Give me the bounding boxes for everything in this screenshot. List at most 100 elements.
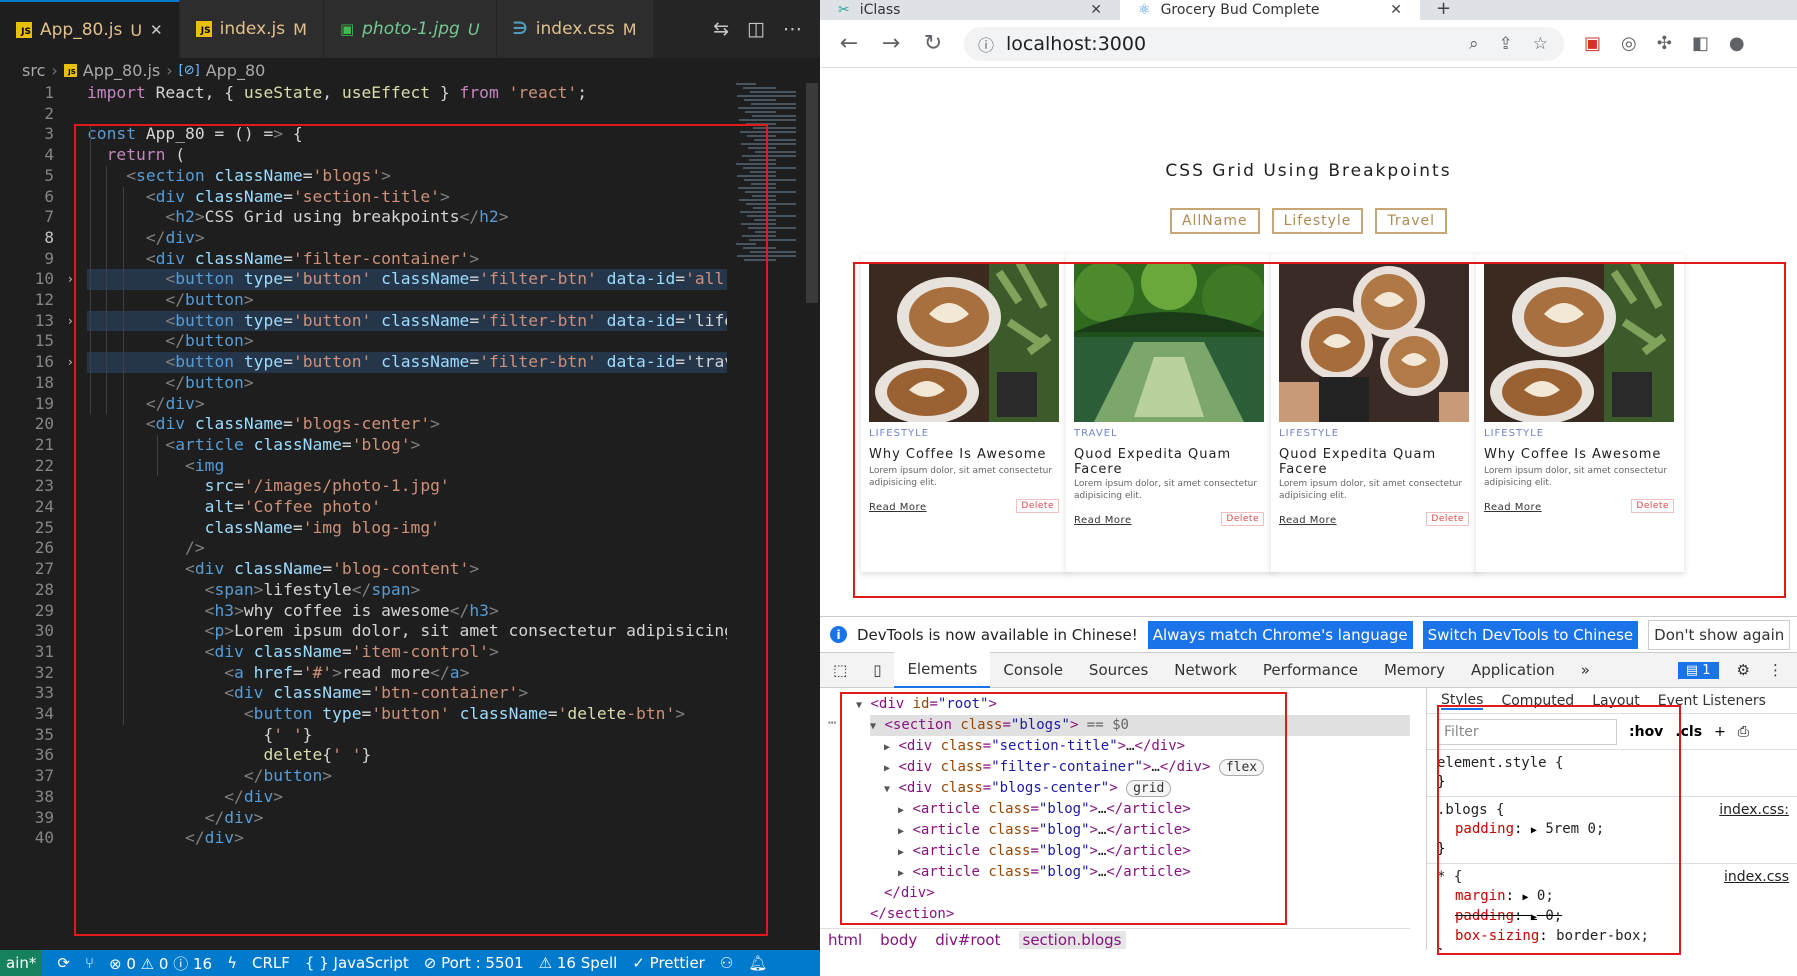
tab-memory[interactable]: Memory (1371, 652, 1458, 688)
prettier-status[interactable]: ✓ Prettier (632, 954, 705, 972)
devtools-crumb[interactable]: body (880, 931, 917, 949)
reload-icon[interactable]: ↻ (922, 31, 944, 56)
more-actions-icon[interactable]: ⋯ (783, 18, 802, 40)
fold-chevron-icon[interactable]: › (68, 352, 73, 373)
spell-check[interactable]: ⚠ 16 Spell (539, 954, 618, 972)
profile-avatar-icon[interactable]: ● (1729, 33, 1745, 54)
account-icon[interactable]: ⚇ (720, 954, 733, 972)
new-tab-icon[interactable]: + (1420, 0, 1467, 20)
tab-app-80-js[interactable]: JS App_80.js U ✕ (0, 0, 180, 58)
switch-language-button[interactable]: Switch DevTools to Chinese (1422, 620, 1639, 649)
close-icon[interactable]: ✕ (150, 21, 163, 39)
split-editor-icon[interactable]: ◫ (747, 18, 765, 40)
editor-scrollbar[interactable] (806, 83, 818, 303)
extension-red-icon[interactable]: ▣ (1584, 33, 1601, 54)
warning-count: 0 (158, 954, 169, 973)
warning-icon: ⚠ (538, 954, 553, 972)
fold-chevron-icon[interactable]: › (68, 311, 73, 332)
info-icon: i (830, 626, 847, 643)
url-text: localhost:3000 (1006, 32, 1147, 55)
lightning-icon[interactable]: ϟ (227, 954, 237, 972)
tab-photo-jpg[interactable]: ▣ photo-1.jpg U (323, 0, 497, 58)
language-label: JavaScript (333, 954, 409, 972)
device-toolbar-icon[interactable]: ▯ (860, 652, 894, 688)
extensions-puzzle-icon[interactable]: ✣ (1657, 33, 1672, 54)
more-vert-icon[interactable]: ⋮ (1768, 661, 1783, 679)
tab-sources[interactable]: Sources (1076, 652, 1161, 688)
fold-chevron-icon[interactable]: › (68, 269, 73, 290)
devtools-crumb[interactable]: html (828, 931, 862, 949)
chat-icon: ▤ (1685, 662, 1699, 678)
breadcrumb-folder[interactable]: src (22, 61, 45, 80)
react-favicon-icon: ⚛ (1138, 2, 1151, 18)
tab-label: index.css (535, 19, 615, 39)
tab-application[interactable]: Application (1458, 652, 1568, 688)
rule-source-link[interactable]: index.css: (1719, 801, 1789, 820)
breadcrumb-symbol[interactable]: App_80 (206, 61, 266, 80)
zoom-icon[interactable]: ⌕ (1469, 34, 1479, 54)
source-control-icon[interactable]: ⑂ (85, 954, 94, 972)
breadcrumb-file[interactable]: App_80.js (83, 61, 160, 80)
back-icon[interactable]: ← (838, 31, 860, 56)
braces-icon: { } (304, 954, 329, 972)
language-mode[interactable]: { } JavaScript (305, 954, 409, 972)
extension-circle-icon[interactable]: ◎ (1621, 33, 1637, 54)
code-line[interactable]: import React, { useState, useEffect } fr… (87, 83, 727, 104)
address-bar[interactable]: ⓘ localhost:3000 ⌕ ⇪ ☆ (964, 26, 1564, 61)
line-number: 39 (34, 807, 54, 827)
tab-performance[interactable]: Performance (1250, 652, 1371, 688)
browser-tab-iclass[interactable]: ✂ iClass ✕ (820, 0, 1120, 20)
tab-status: U (130, 20, 143, 40)
info-icon: ⓘ (173, 954, 189, 973)
bookmark-star-icon[interactable]: ☆ (1533, 34, 1548, 54)
error-icon: ⊗ (108, 954, 122, 973)
compare-changes-icon[interactable]: ⇆ (713, 18, 729, 40)
new-rule-icon[interactable]: + (1714, 724, 1726, 740)
line-number: 3 (44, 124, 54, 144)
settings-gear-icon[interactable]: ⚙ (1737, 661, 1750, 679)
tab-index-js[interactable]: JS index.js M (179, 0, 324, 58)
browser-tab-grocery[interactable]: ⚛ Grocery Bud Complete ✕ (1120, 0, 1420, 20)
dont-show-again-button[interactable]: Don't show again (1648, 619, 1791, 650)
tab-console[interactable]: Console (990, 652, 1076, 688)
paint-icon[interactable]: ⎙ (1738, 724, 1749, 740)
devtools-crumb[interactable]: section.blogs (1018, 930, 1126, 949)
problems-indicator[interactable]: ⊗ 0 ⚠ 0 ⓘ 16 (109, 953, 212, 974)
git-branch[interactable]: ain* (0, 950, 43, 976)
more-dots-icon[interactable]: ⋯ (828, 715, 836, 731)
tab-label: index.js (219, 19, 286, 39)
bell-icon[interactable]: 🔔︎ (748, 954, 767, 972)
error-count: 0 (126, 954, 136, 973)
more-tabs-button[interactable]: » (1568, 652, 1603, 688)
eol[interactable]: CRLF (252, 954, 290, 972)
live-server-port[interactable]: ⊘ Port : 5501 (424, 954, 524, 972)
filter-lifestyle-button[interactable]: Lifestyle (1271, 208, 1364, 234)
spell-label: 16 Spell (556, 954, 618, 972)
tab-network[interactable]: Network (1161, 652, 1250, 688)
filter-all-button[interactable]: AllName (1169, 208, 1260, 234)
tab-index-css[interactable]: ∋ index.css M (496, 0, 654, 58)
line-number: 13 (34, 310, 54, 330)
filter-container: AllName Lifestyle Travel (820, 208, 1797, 234)
match-language-button[interactable]: Always match Chrome's language (1147, 620, 1413, 649)
code-line[interactable] (87, 104, 727, 125)
line-number: 8 (44, 227, 54, 247)
close-icon[interactable]: ✕ (1090, 2, 1102, 18)
rule-source-link[interactable]: index.css (1724, 868, 1789, 887)
share-icon[interactable]: ⇪ (1499, 34, 1513, 54)
info-icon[interactable]: ⓘ (978, 32, 994, 56)
line-number: 31 (34, 641, 54, 661)
inspect-element-icon[interactable]: ⬚ (820, 652, 860, 688)
devtools-crumb[interactable]: div#root (935, 931, 1000, 949)
minimap-line (751, 103, 796, 105)
devtools-language-notice: i DevTools is now available in Chinese! … (820, 616, 1797, 652)
sync-icon[interactable]: ⟳ (57, 954, 70, 972)
line-number: 30 (34, 621, 54, 641)
forward-icon[interactable]: → (880, 31, 902, 56)
close-icon[interactable]: ✕ (1390, 2, 1402, 18)
filter-travel-button[interactable]: Travel (1375, 208, 1448, 234)
line-number: 23 (34, 476, 54, 496)
tab-elements[interactable]: Elements (894, 652, 991, 688)
side-panel-icon[interactable]: ◧ (1692, 33, 1709, 54)
issues-badge[interactable]: ▤ 1 (1677, 661, 1719, 679)
